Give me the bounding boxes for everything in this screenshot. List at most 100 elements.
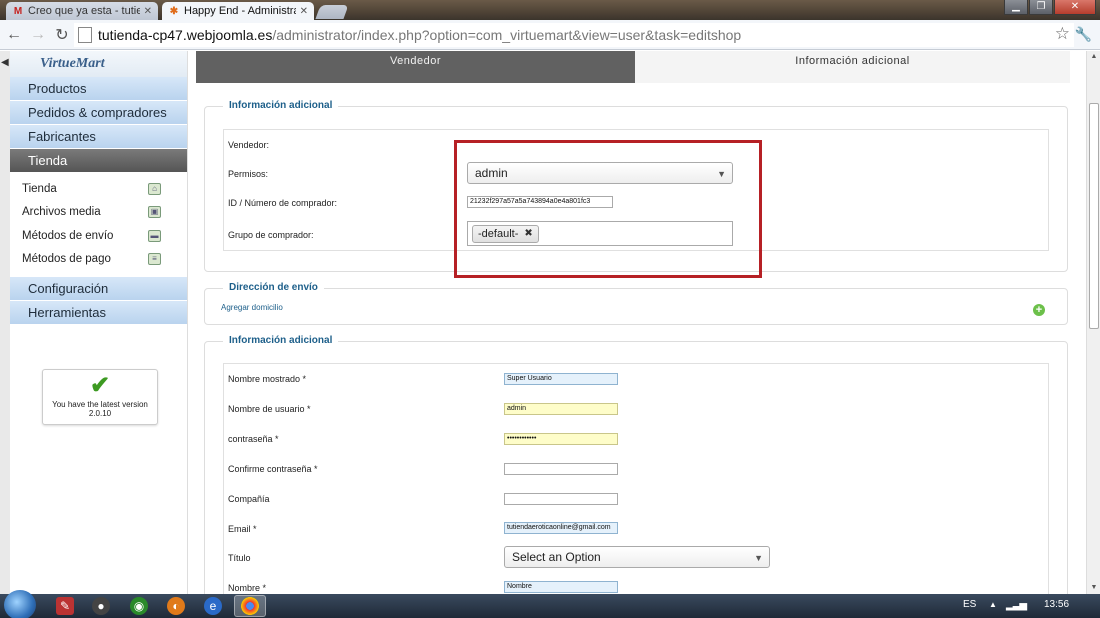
payment-icon: ≡ bbox=[148, 253, 161, 266]
sidebar-toggle[interactable]: ◀ bbox=[0, 51, 10, 594]
close-tab-icon[interactable]: ✕ bbox=[144, 6, 152, 17]
submenu-label: Tienda bbox=[22, 182, 57, 195]
browser-tab-admin[interactable]: ✱ Happy End - Administración ✕ bbox=[162, 2, 314, 20]
checkmark-icon: ✔ bbox=[89, 372, 111, 399]
store-icon: ⌂ bbox=[148, 182, 161, 195]
url-host: tutienda-cp47.webjoomla.es bbox=[98, 27, 273, 43]
clock[interactable]: 13:56 bbox=[1044, 599, 1069, 610]
address-bar[interactable]: tutienda-cp47.webjoomla.es /administrato… bbox=[74, 23, 1074, 47]
version-status-box: ✔ You have the latest version 2.0.10 bbox=[42, 369, 158, 425]
page-viewport: ◀ VirtueMart Productos Pedidos & comprad… bbox=[0, 51, 1086, 594]
new-tab-button[interactable] bbox=[315, 5, 349, 19]
tab-title: Happy End - Administración bbox=[184, 5, 296, 17]
url-path: /administrator/index.php?option=com_virt… bbox=[272, 27, 742, 43]
password-label: contraseña * bbox=[228, 434, 279, 444]
form-tabs: Vendedor Información adicional bbox=[196, 51, 1070, 83]
sidebar-item-fabricantes[interactable]: Fabricantes bbox=[10, 125, 187, 149]
browser-tab-gmail[interactable]: M Creo que ya esta - tutienda ✕ bbox=[6, 2, 158, 20]
media-player-icon[interactable]: ● bbox=[92, 597, 110, 615]
company-label: Compañía bbox=[228, 494, 270, 504]
submenu-label: Métodos de pago bbox=[22, 253, 111, 266]
submenu-item-pago[interactable]: Métodos de pago ≡ bbox=[10, 248, 187, 272]
title-label: Título bbox=[228, 553, 251, 563]
app-icon[interactable]: ◉ bbox=[130, 597, 148, 615]
name-field[interactable]: Nombre bbox=[504, 581, 618, 593]
language-indicator[interactable]: ES bbox=[963, 599, 976, 610]
version-number: 2.0.10 bbox=[88, 409, 112, 418]
name-label: Nombre * bbox=[228, 583, 267, 593]
minimize-icon[interactable]: ▁ bbox=[1004, 0, 1028, 15]
joomla-icon: ✱ bbox=[169, 5, 179, 17]
fieldset-legend: Información adicional bbox=[223, 335, 339, 346]
title-select[interactable]: Select an Option ▼ bbox=[504, 546, 770, 568]
username-label: Nombre de usuario * bbox=[228, 404, 311, 414]
submenu-item-envio[interactable]: Métodos de envío ▬ bbox=[10, 224, 187, 248]
fieldset-direccion-envio: Dirección de envío Agregar domicilio + bbox=[204, 282, 1068, 325]
window-controls: ▁ ❐ ✕ bbox=[1003, 0, 1096, 15]
gmail-icon: M bbox=[13, 5, 23, 17]
browser-toolbar: ← → ↻ tutienda-cp47.webjoomla.es /admini… bbox=[0, 20, 1100, 50]
reload-icon[interactable]: ↻ bbox=[50, 23, 74, 47]
vendor-label: Vendedor: bbox=[228, 140, 270, 150]
wrench-icon[interactable]: 🔧 bbox=[1075, 26, 1092, 43]
sidebar-item-productos[interactable]: Productos bbox=[10, 77, 187, 101]
scroll-down-icon[interactable]: ▼ bbox=[1087, 582, 1100, 594]
email-field[interactable]: tutiendaeroticaonline@gmail.com bbox=[504, 522, 618, 534]
start-button[interactable] bbox=[4, 590, 36, 618]
company-field[interactable] bbox=[504, 493, 618, 505]
tab-vendedor[interactable]: Vendedor bbox=[196, 51, 635, 83]
submenu-item-tienda[interactable]: Tienda ⌂ bbox=[10, 177, 187, 201]
firefox-icon[interactable]: ◐ bbox=[167, 597, 185, 615]
page-icon bbox=[78, 27, 92, 43]
vertical-scrollbar[interactable]: ▲ ▼ bbox=[1086, 51, 1100, 594]
scroll-up-icon[interactable]: ▲ bbox=[1087, 51, 1100, 63]
password-field[interactable]: •••••••••••• bbox=[504, 433, 618, 445]
add-address-link[interactable]: Agregar domicilio bbox=[221, 303, 283, 312]
display-name-label: Nombre mostrado * bbox=[228, 374, 307, 384]
sidebar-item-pedidos[interactable]: Pedidos & compradores bbox=[10, 101, 187, 125]
tab-title: Creo que ya esta - tutienda bbox=[28, 5, 140, 17]
sidebar-item-tienda[interactable]: Tienda bbox=[10, 149, 187, 173]
display-name-field[interactable]: Super Usuario bbox=[504, 373, 618, 385]
fieldset-legend: Información adicional bbox=[223, 100, 339, 111]
back-icon[interactable]: ← bbox=[2, 23, 26, 47]
fieldset-user-info: Información adicional Nombre mostrado * … bbox=[204, 335, 1068, 594]
virtuemart-logo: VirtueMart bbox=[10, 51, 187, 77]
maximize-icon[interactable]: ❐ bbox=[1029, 0, 1053, 15]
chevron-down-icon: ▼ bbox=[754, 553, 763, 563]
internet-explorer-icon[interactable]: e bbox=[204, 597, 222, 615]
browser-tabstrip: M Creo que ya esta - tutienda ✕ ✱ Happy … bbox=[0, 0, 1100, 20]
media-icon: ▣ bbox=[148, 206, 161, 219]
permissions-label: Permisos: bbox=[228, 169, 269, 179]
confirm-password-label: Confirme contraseña * bbox=[228, 464, 318, 474]
chevron-left-icon: ◀ bbox=[1, 57, 9, 68]
tienda-submenu: Tienda ⌂ Archivos media ▣ Métodos de env… bbox=[10, 173, 187, 277]
chrome-taskbar-button[interactable] bbox=[234, 595, 266, 617]
buyer-id-label: ID / Número de comprador: bbox=[228, 198, 338, 208]
window-close-icon[interactable]: ✕ bbox=[1054, 0, 1096, 15]
windows-taskbar: ✎ ● ◉ ◐ e ES ▲ ▂▃▅ 13:56 bbox=[0, 590, 1100, 618]
add-icon[interactable]: + bbox=[1033, 304, 1045, 316]
close-tab-icon[interactable]: ✕ bbox=[300, 6, 308, 17]
username-field[interactable]: admin bbox=[504, 403, 618, 415]
forward-icon[interactable]: → bbox=[26, 23, 50, 47]
version-text: You have the latest version bbox=[52, 400, 148, 409]
sidebar-item-herramientas[interactable]: Herramientas bbox=[10, 301, 187, 325]
sidebar-item-configuracion[interactable]: Configuración bbox=[10, 277, 187, 301]
chrome-icon bbox=[241, 597, 259, 615]
tab-informacion-adicional[interactable]: Información adicional bbox=[635, 51, 1070, 83]
truck-icon: ▬ bbox=[148, 229, 161, 242]
submenu-item-media[interactable]: Archivos media ▣ bbox=[10, 201, 187, 225]
scrollbar-thumb[interactable] bbox=[1089, 103, 1099, 329]
network-signal-icon[interactable]: ▂▃▅ bbox=[1006, 600, 1027, 611]
submenu-label: Métodos de envío bbox=[22, 229, 114, 242]
app-icon[interactable]: ✎ bbox=[56, 597, 74, 615]
submenu-label: Archivos media bbox=[22, 206, 101, 219]
sidebar: VirtueMart Productos Pedidos & comprador… bbox=[10, 51, 188, 594]
email-label: Email * bbox=[228, 524, 257, 534]
highlight-annotation-box bbox=[454, 140, 762, 278]
bookmark-star-icon[interactable]: ☆ bbox=[1055, 24, 1070, 44]
tray-expand-icon[interactable]: ▲ bbox=[989, 600, 997, 609]
confirm-password-field[interactable] bbox=[504, 463, 618, 475]
title-select-value: Select an Option bbox=[512, 550, 601, 564]
